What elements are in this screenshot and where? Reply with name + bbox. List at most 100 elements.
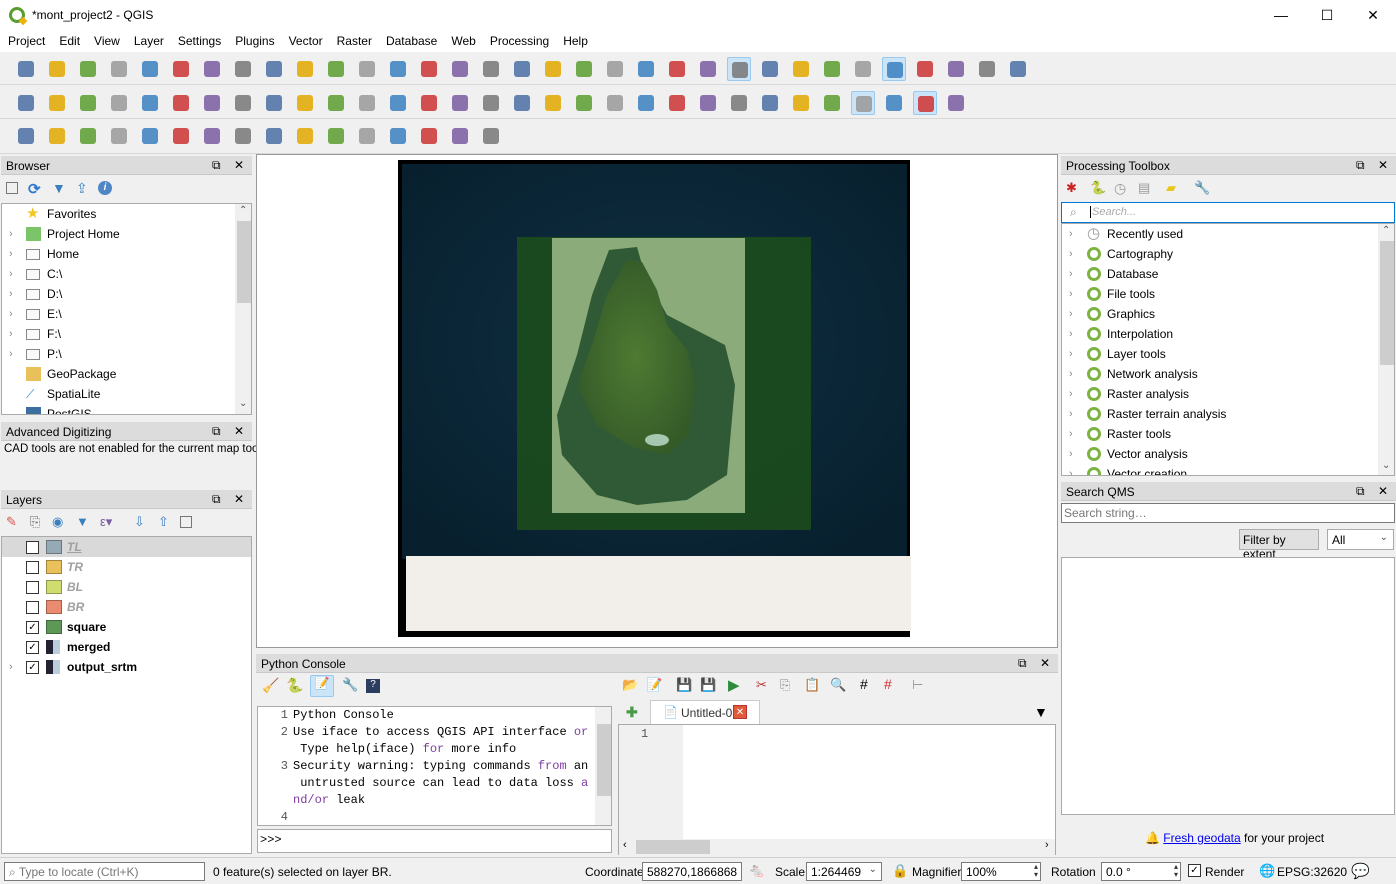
vertex-tool-icon[interactable] xyxy=(293,91,317,115)
close-panel-icon[interactable]: ✕ xyxy=(1378,484,1388,498)
scale-combo[interactable]: 1:264469 ⌄ xyxy=(806,862,882,881)
menu-database[interactable]: Database xyxy=(378,31,443,48)
expand-arrow-icon[interactable]: › xyxy=(1069,264,1073,284)
add-ring-icon[interactable] xyxy=(138,124,162,148)
menu-edit[interactable]: Edit xyxy=(51,31,86,48)
close-panel-icon[interactable]: ✕ xyxy=(1378,158,1388,172)
modify-attributes-icon[interactable] xyxy=(324,91,348,115)
layer-item[interactable]: BL xyxy=(2,577,251,597)
expand-arrow-icon[interactable]: › xyxy=(9,657,13,677)
open-attribute-table-icon[interactable] xyxy=(820,57,844,81)
add-polygon-icon[interactable] xyxy=(262,91,286,115)
show-editor-icon[interactable]: 📝 xyxy=(310,675,334,697)
editor-hscrollbar[interactable]: ‹ › xyxy=(619,839,1055,855)
messages-icon[interactable]: 💬 xyxy=(1351,862,1370,880)
layer-visibility-checkbox[interactable]: ✓ xyxy=(26,661,39,674)
offset-curve-icon[interactable] xyxy=(324,124,348,148)
paste-icon[interactable] xyxy=(448,91,472,115)
copy-icon[interactable]: ⎘ xyxy=(780,677,790,693)
metasearch-icon[interactable] xyxy=(882,91,906,115)
processing-provider-item[interactable]: › Raster tools xyxy=(1062,424,1394,444)
zoom-last-icon[interactable] xyxy=(479,57,503,81)
search-qms-icon[interactable] xyxy=(851,91,875,115)
expand-arrow-icon[interactable]: › xyxy=(9,344,13,364)
save-script-icon[interactable]: 💾 xyxy=(676,677,692,693)
expand-arrow-icon[interactable]: › xyxy=(1069,284,1073,304)
scripts-icon[interactable]: 🐍 xyxy=(1090,180,1106,196)
sum-icon[interactable] xyxy=(913,57,937,81)
help-icon[interactable]: ? xyxy=(366,679,380,693)
expand-arrow-icon[interactable]: › xyxy=(1069,364,1073,384)
remove-layer-icon[interactable] xyxy=(180,516,192,528)
open-project-icon[interactable] xyxy=(45,57,69,81)
close-panel-icon[interactable]: ✕ xyxy=(234,158,244,172)
processing-provider-item[interactable]: › Database xyxy=(1062,264,1394,284)
new-project-icon[interactable] xyxy=(14,57,38,81)
processing-provider-item[interactable]: › ◷ Recently used xyxy=(1062,224,1394,244)
zoom-native-icon[interactable] xyxy=(355,57,379,81)
paste-icon[interactable]: 📋 xyxy=(804,677,820,693)
new-shapefile-icon[interactable] xyxy=(76,91,100,115)
menu-project[interactable]: Project xyxy=(0,31,51,48)
toggle-editing-icon[interactable] xyxy=(200,91,224,115)
history-icon[interactable]: ◷ xyxy=(1114,180,1126,197)
uncomment-icon[interactable]: # xyxy=(884,676,892,692)
python-input[interactable]: >>> xyxy=(257,829,612,853)
object-inspector-icon[interactable]: ⊢ xyxy=(912,677,923,693)
menu-view[interactable]: View xyxy=(86,31,126,48)
expand-arrow-icon[interactable]: › xyxy=(9,284,13,304)
help-icon[interactable] xyxy=(944,91,968,115)
float-panel-icon[interactable]: ⧉ xyxy=(1356,158,1365,173)
browser-item[interactable]: GeoPackage xyxy=(2,364,251,384)
expand-arrow-icon[interactable]: › xyxy=(9,224,13,244)
visibility-icon[interactable]: ◉ xyxy=(52,514,63,530)
zoom-out-icon[interactable] xyxy=(324,57,348,81)
qms-results-list[interactable] xyxy=(1061,557,1395,815)
layer-visibility-checkbox[interactable] xyxy=(26,541,39,554)
show-hide-labels-icon[interactable] xyxy=(634,91,658,115)
qms-search-input[interactable]: Search string… xyxy=(1061,503,1395,523)
expand-arrow-icon[interactable]: › xyxy=(9,244,13,264)
browser-item[interactable]: › E:\ xyxy=(2,304,251,324)
map-tips-icon[interactable] xyxy=(975,57,999,81)
open-script-icon[interactable]: 📂 xyxy=(622,677,638,693)
processing-provider-item[interactable]: › Raster analysis xyxy=(1062,384,1394,404)
expand-arrow-icon[interactable]: › xyxy=(1069,424,1073,444)
expand-arrow-icon[interactable]: › xyxy=(9,304,13,324)
edit-features-in-place-icon[interactable]: ▰ xyxy=(1166,180,1176,196)
expand-arrow-icon[interactable]: › xyxy=(1069,384,1073,404)
refresh-icon[interactable] xyxy=(634,57,658,81)
new-print-layout-icon[interactable] xyxy=(138,57,162,81)
processing-provider-item[interactable]: › Cartography xyxy=(1062,244,1394,264)
browser-item[interactable]: › Project Home xyxy=(2,224,251,244)
layer-item[interactable]: ✓ merged xyxy=(2,637,251,657)
minimize-button[interactable]: — xyxy=(1258,0,1304,31)
lock-scale-icon[interactable]: 🔒 xyxy=(892,863,908,879)
comment-icon[interactable]: # xyxy=(860,676,868,692)
float-panel-icon[interactable]: ⧉ xyxy=(212,424,221,439)
merge-attributes-icon[interactable] xyxy=(448,124,472,148)
text-annotation-icon[interactable] xyxy=(1006,57,1030,81)
browser-item[interactable]: › P:\ xyxy=(2,344,251,364)
spin-arrows-icon[interactable]: ▴ ▾ xyxy=(1034,863,1038,879)
diagram-icon[interactable] xyxy=(572,91,596,115)
offset-icon[interactable] xyxy=(107,124,131,148)
cut-icon[interactable]: ✂ xyxy=(756,677,767,693)
collapse-all-icon[interactable]: ⇪ xyxy=(76,180,88,197)
select-by-value-icon[interactable] xyxy=(758,57,782,81)
rotate-feature-icon[interactable] xyxy=(76,124,100,148)
menu-help[interactable]: Help xyxy=(555,31,594,48)
filter-icon[interactable]: ▼ xyxy=(52,180,66,196)
expand-arrow-icon[interactable]: › xyxy=(1069,404,1073,424)
menu-processing[interactable]: Processing xyxy=(482,31,555,48)
spin-arrows-icon[interactable]: ▴ ▾ xyxy=(1174,863,1178,879)
data-source-manager-icon[interactable] xyxy=(14,91,38,115)
browser-item[interactable]: ⟋ SpatiaLite xyxy=(2,384,251,404)
expand-arrow-icon[interactable]: › xyxy=(1069,444,1073,464)
add-selected-icon[interactable] xyxy=(6,182,18,194)
merge-features-icon[interactable] xyxy=(417,124,441,148)
zoom-full-icon[interactable] xyxy=(386,57,410,81)
run-action-icon[interactable] xyxy=(696,57,720,81)
processing-search-input[interactable]: ⌕ Search... xyxy=(1061,202,1395,223)
menu-settings[interactable]: Settings xyxy=(170,31,227,48)
